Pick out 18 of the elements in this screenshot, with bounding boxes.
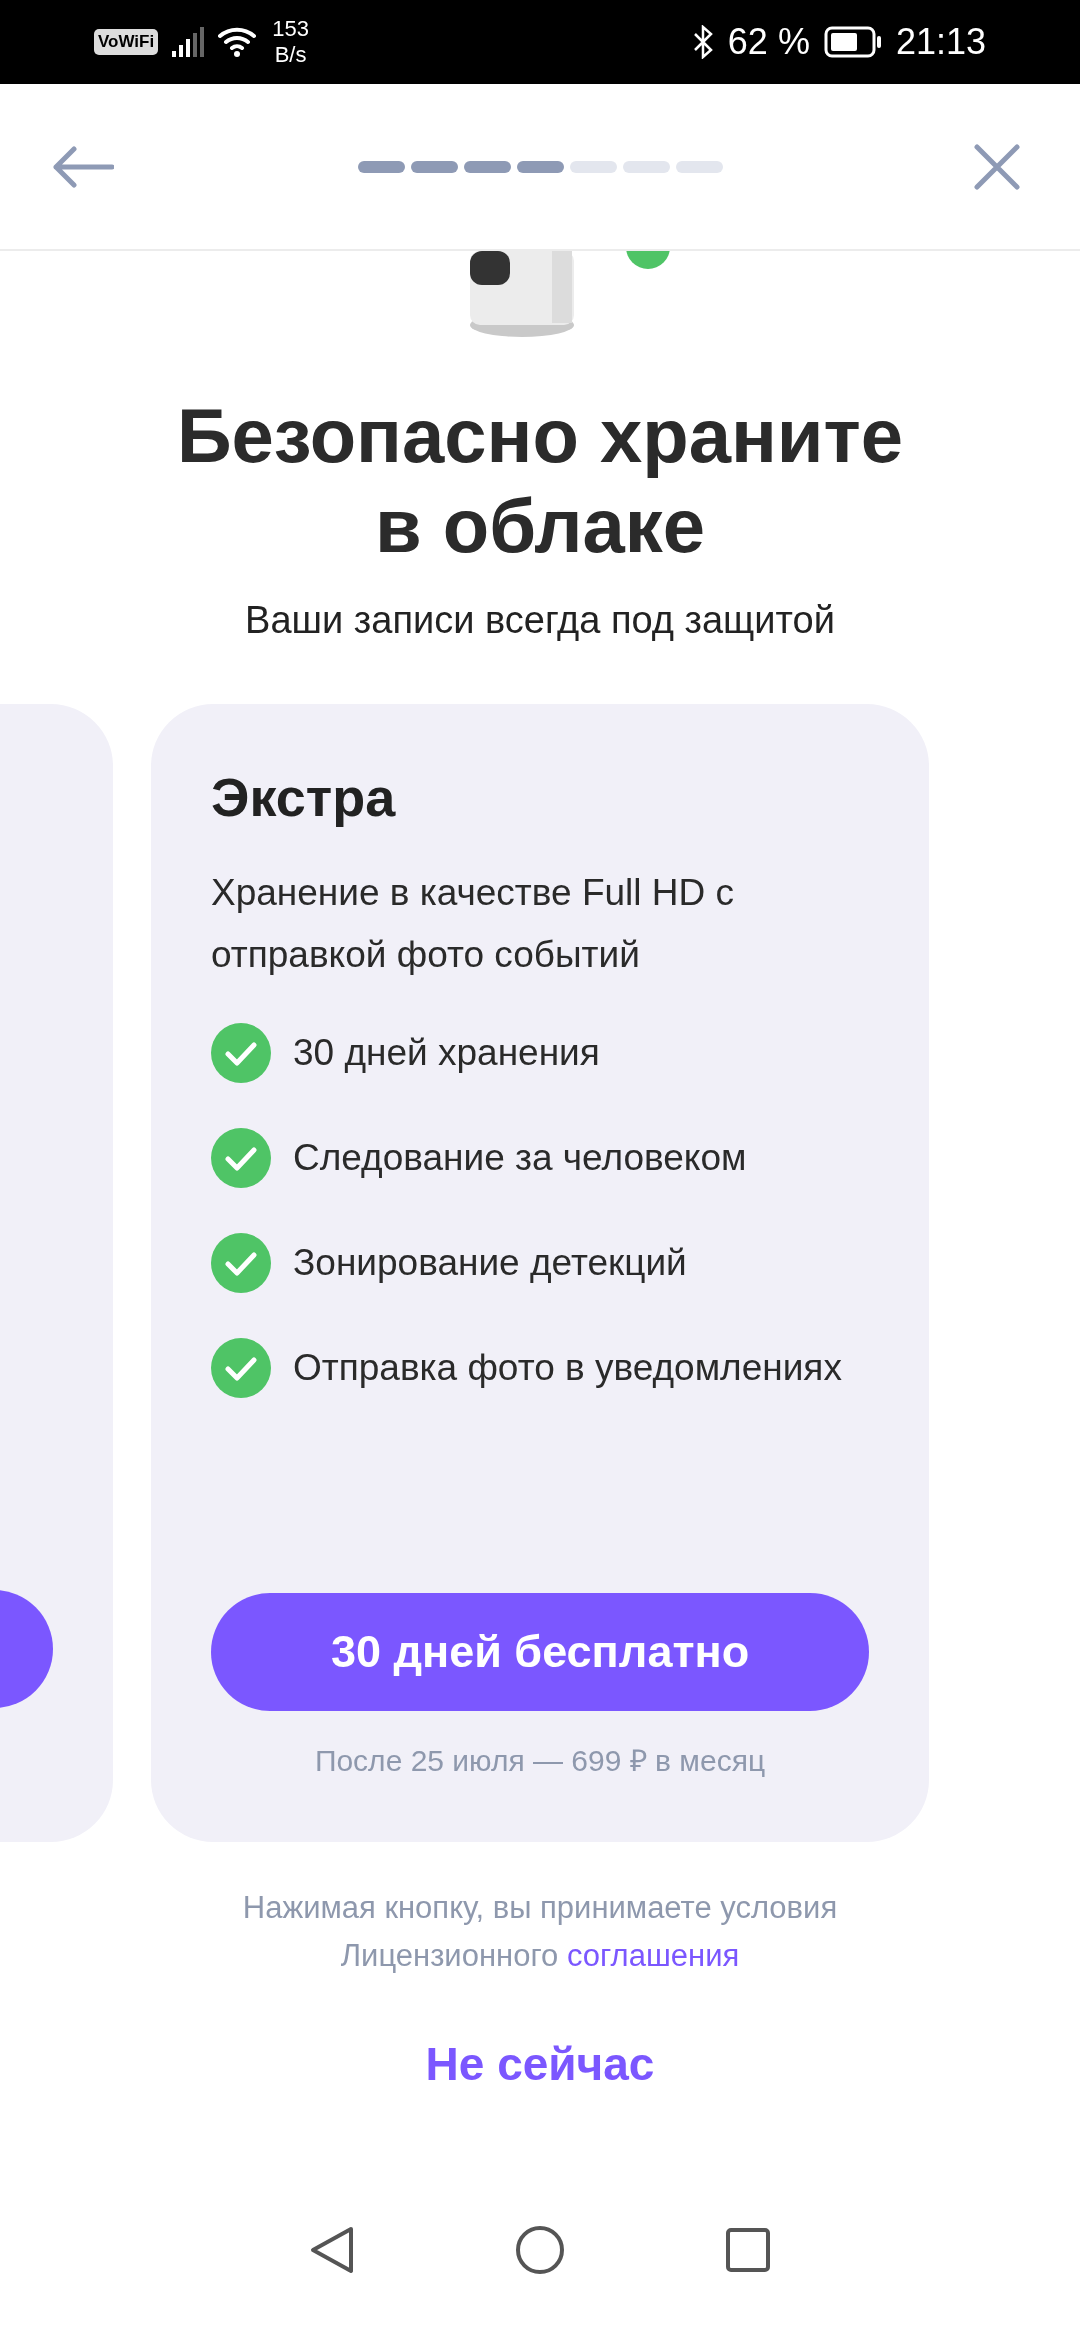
trial-button[interactable]: 30 дней бесплатно bbox=[211, 1593, 869, 1711]
feature-text: Зонирование детекций bbox=[293, 1241, 687, 1285]
agreement-link[interactable]: соглашения bbox=[566, 1938, 740, 1973]
license-notice: Нажимая кнопку, вы принимаете условия Лицензионного соглашения bbox=[241, 1889, 839, 1975]
battery-percent: 62 % bbox=[727, 21, 810, 63]
page-title: Безопасно храните в облаке bbox=[175, 392, 905, 570]
wifi-calling-badge: VoWiFi bbox=[94, 29, 159, 55]
clock: 21:13 bbox=[895, 21, 986, 63]
feature-text: 30 дней хранения bbox=[293, 1031, 600, 1075]
network-speed: 153 bbox=[272, 16, 309, 42]
feature-text: Отправка фото в уведомлениях bbox=[293, 1346, 842, 1390]
plan-name: Экстра bbox=[211, 766, 397, 828]
feature-text: Следование за человеком bbox=[293, 1136, 747, 1180]
page-subtitle: Ваши записи всегда под защитой bbox=[244, 599, 836, 642]
network-speed-unit: B/s bbox=[274, 42, 307, 68]
plan-description: Хранение в качестве Full HD с отправкой фото событий bbox=[211, 871, 736, 977]
not-now-button[interactable]: Не сейчас bbox=[419, 2036, 661, 2092]
price-note: После 25 июля — 699 ₽ в месяц bbox=[313, 1743, 767, 1779]
